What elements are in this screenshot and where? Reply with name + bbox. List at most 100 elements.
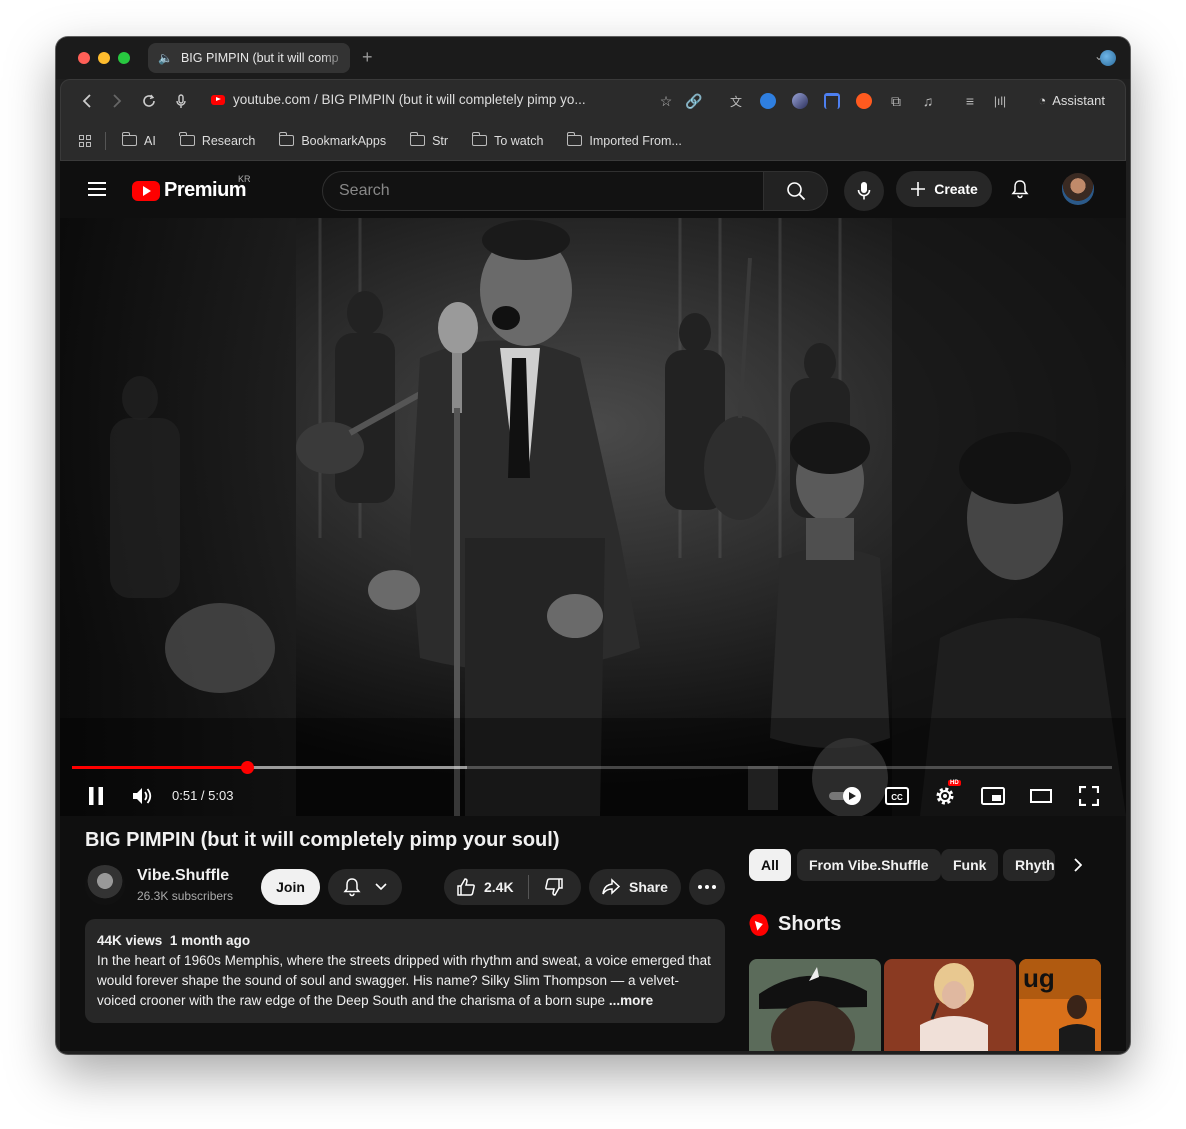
assistant-label: Assistant bbox=[1052, 93, 1105, 108]
video-title: BIG PIMPIN (but it will completely pimp … bbox=[85, 829, 560, 851]
settings-button[interactable]: HD bbox=[932, 776, 961, 816]
folder-icon bbox=[566, 132, 583, 146]
youtube-page: Premium KR Search Create 0:51 / 5:03 CC … bbox=[60, 161, 1126, 1051]
dislike-button[interactable] bbox=[529, 869, 579, 905]
media-controls-icon[interactable]: ♫ bbox=[917, 80, 939, 122]
bookmark-star-icon[interactable]: ☆ bbox=[655, 80, 677, 122]
like-button[interactable]: 2.4K bbox=[444, 869, 528, 905]
create-button[interactable]: Create bbox=[896, 171, 992, 207]
microphone-icon bbox=[857, 182, 871, 200]
youtube-logo-icon bbox=[132, 180, 160, 201]
captions-icon: CC bbox=[885, 787, 909, 805]
bookmark-folder-to-watch[interactable]: To watch bbox=[471, 132, 543, 148]
add-extension-icon[interactable] bbox=[856, 93, 872, 109]
chips-next-button[interactable] bbox=[1064, 849, 1092, 881]
chip-rhythm[interactable]: Rhyth bbox=[1003, 849, 1055, 881]
captions-button[interactable]: CC bbox=[884, 776, 910, 816]
forward-icon[interactable] bbox=[105, 80, 129, 122]
youtube-premium-logo[interactable]: Premium bbox=[132, 179, 247, 202]
channel-name[interactable]: Vibe.Shuffle bbox=[137, 867, 229, 885]
speaker-icon[interactable]: 🔈 bbox=[158, 51, 173, 65]
bookmark-folder-str[interactable]: Str bbox=[409, 132, 448, 148]
audio-visualizer-icon[interactable]: |ıl| bbox=[989, 80, 1011, 122]
share-button[interactable]: Share bbox=[589, 869, 681, 905]
close-window-button[interactable] bbox=[78, 52, 90, 64]
browser-tab-active[interactable]: 🔈 BIG PIMPIN (but it will comp bbox=[148, 43, 350, 73]
back-icon[interactable] bbox=[75, 80, 99, 122]
chevron-down-icon bbox=[375, 883, 387, 891]
miniplayer-button[interactable] bbox=[980, 776, 1006, 816]
bookmark-folder-research[interactable]: Research bbox=[179, 132, 255, 148]
chip-all[interactable]: All bbox=[749, 849, 791, 881]
address-bar[interactable]: youtube.com / BIG PIMPIN (but it will co… bbox=[211, 92, 586, 107]
bookmark-folder-imported[interactable]: Imported From... bbox=[566, 132, 682, 148]
theater-mode-button[interactable] bbox=[1028, 776, 1054, 816]
pause-button[interactable] bbox=[84, 776, 108, 816]
progress-bar[interactable] bbox=[72, 761, 1112, 774]
shorts-logo-icon bbox=[747, 911, 771, 938]
browser-toolbar: youtube.com / BIG PIMPIN (but it will co… bbox=[60, 79, 1126, 121]
short-thumbnail[interactable] bbox=[884, 959, 1016, 1051]
bookmark-folder-bookmarkapps[interactable]: BookmarkApps bbox=[278, 132, 386, 148]
volume-button[interactable] bbox=[130, 776, 154, 816]
fullscreen-button[interactable] bbox=[1076, 776, 1102, 816]
search-icon bbox=[786, 182, 805, 201]
subscription-bell-button[interactable] bbox=[328, 869, 402, 905]
more-actions-button[interactable] bbox=[689, 869, 725, 905]
browser-window: 🔈 BIG PIMPIN (but it will comp + ⌄ youtu… bbox=[56, 37, 1130, 1054]
extensions-puzzle-icon[interactable]: ⧉ bbox=[885, 80, 907, 122]
apps-grid-icon[interactable] bbox=[79, 134, 91, 147]
player-controls: 0:51 / 5:03 CC HD bbox=[60, 776, 1126, 816]
description-text: In the heart of 1960s Memphis, where the… bbox=[97, 953, 711, 1008]
share-icon bbox=[602, 878, 621, 895]
miniplayer-icon bbox=[981, 787, 1005, 805]
autoplay-toggle[interactable] bbox=[828, 776, 864, 816]
pause-icon bbox=[89, 787, 103, 805]
svg-text:CC: CC bbox=[891, 793, 903, 802]
assistant-button[interactable]: ◔ Assistant bbox=[1038, 93, 1105, 108]
bookmark-folder-ai[interactable]: AI bbox=[121, 132, 156, 148]
bell-icon bbox=[343, 878, 361, 897]
voice-search-icon[interactable] bbox=[169, 80, 193, 122]
minimize-window-button[interactable] bbox=[98, 52, 110, 64]
chip-funk[interactable]: Funk bbox=[941, 849, 999, 881]
short-thumbnail[interactable] bbox=[749, 959, 881, 1051]
account-avatar[interactable] bbox=[1062, 173, 1094, 205]
join-button[interactable]: Join bbox=[261, 869, 320, 905]
subscriber-count: 26.3K subscribers bbox=[137, 889, 234, 903]
thumbs-up-icon bbox=[457, 878, 475, 896]
search-input[interactable]: Search bbox=[322, 171, 764, 211]
copy-link-icon[interactable]: 🔗 bbox=[683, 80, 705, 122]
notifications-bell-icon[interactable] bbox=[1008, 177, 1032, 201]
new-tab-button[interactable]: + bbox=[362, 47, 373, 68]
folder-icon bbox=[278, 132, 295, 146]
search-button[interactable] bbox=[764, 171, 828, 211]
dark-mode-extension-icon[interactable] bbox=[792, 93, 808, 109]
voice-search-button[interactable] bbox=[844, 171, 884, 211]
chip-from-channel[interactable]: From Vibe.Shuffle bbox=[797, 849, 941, 881]
video-description[interactable]: 44K views 1 month ago In the heart of 19… bbox=[85, 919, 725, 1023]
tab-title: BIG PIMPIN (but it will comp bbox=[180, 51, 339, 65]
reload-icon[interactable] bbox=[137, 80, 161, 122]
autoplay-icon bbox=[829, 787, 861, 805]
plus-icon bbox=[911, 182, 926, 196]
folder-icon bbox=[121, 132, 137, 146]
profile-globe-icon[interactable] bbox=[1100, 50, 1116, 66]
reading-list-icon[interactable]: ≡ bbox=[959, 80, 981, 122]
youtube-favicon-icon bbox=[211, 94, 225, 105]
bookmarks-divider bbox=[105, 131, 106, 150]
folder-icon bbox=[179, 132, 195, 146]
progress-scrubber[interactable] bbox=[240, 761, 254, 774]
menu-icon[interactable] bbox=[88, 182, 106, 196]
svg-text:ug: ug bbox=[1023, 963, 1055, 993]
password-manager-extension-icon[interactable] bbox=[760, 93, 776, 109]
translate-icon[interactable]: 文 bbox=[725, 80, 747, 122]
zoom-window-button[interactable] bbox=[118, 52, 130, 64]
short-thumbnail[interactable]: ug bbox=[1019, 959, 1101, 1051]
channel-avatar[interactable] bbox=[85, 865, 125, 905]
assistant-icon: ◔ bbox=[1038, 93, 1047, 108]
show-more-link[interactable]: ...more bbox=[609, 993, 653, 1008]
video-player[interactable]: 0:51 / 5:03 CC HD bbox=[60, 218, 1126, 816]
shorts-section-header: Shorts bbox=[747, 911, 841, 938]
arc-extension-icon[interactable] bbox=[824, 93, 840, 109]
